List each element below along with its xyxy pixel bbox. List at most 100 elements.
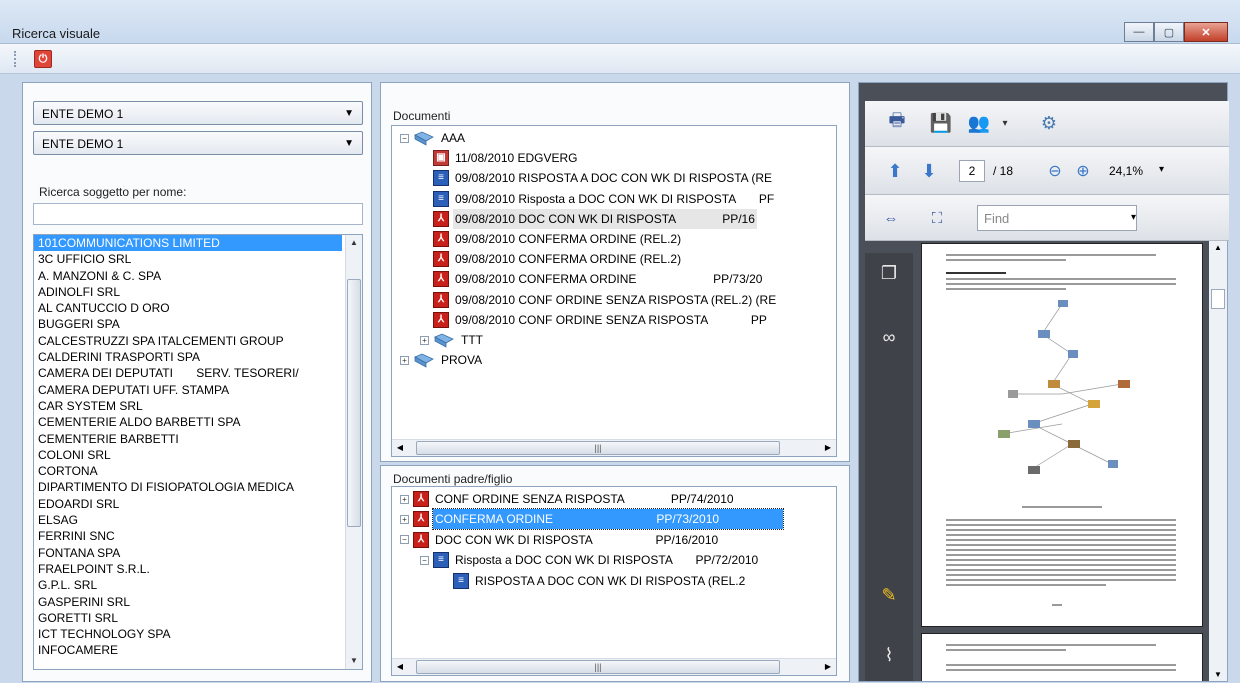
scroll-down-icon[interactable]: ▼	[346, 653, 362, 669]
tree-node[interactable]: ⅄ 09/08/2010 CONF ORDINE SENZA RISPOSTA (…	[420, 290, 778, 310]
subject-list-item[interactable]: ICT TECHNOLOGY SPA	[34, 626, 362, 642]
tree-node[interactable]: ⅄ 09/08/2010 CONF ORDINE SENZA RISPOSTA P…	[420, 310, 769, 330]
documents-tree[interactable]: − AAA ▣ 11/08/2010 EDGVERG ≡ 09/08/2010 RISPO…	[391, 125, 837, 457]
settings-icon[interactable]: ⚙	[1035, 109, 1063, 137]
tree-node[interactable]: − AAA	[400, 128, 467, 148]
attachment-icon[interactable]: ⌇	[877, 643, 901, 667]
subject-search-input[interactable]	[33, 203, 363, 225]
maximize-button[interactable]: ▢	[1154, 22, 1184, 42]
scroll-thumb[interactable]	[347, 279, 361, 527]
subject-list-item[interactable]: CEMENTERIE BARBETTI	[34, 431, 362, 447]
subject-list-item[interactable]: COLONI SRL	[34, 447, 362, 463]
tree-node[interactable]: + TTT	[420, 330, 485, 350]
horizontal-scrollbar[interactable]: ◀ ||| ▶	[392, 439, 836, 456]
scroll-right-icon[interactable]: ▶	[820, 440, 836, 456]
expand-icon[interactable]: +	[400, 514, 409, 524]
subject-list-item[interactable]: CEMENTERIE ALDO BARBETTI SPA	[34, 414, 362, 430]
subject-list-item[interactable]: ELSAG	[34, 512, 362, 528]
tree-node[interactable]: − ⅄ DOC CON WK DI RISPOSTA PP/16/2010	[400, 530, 720, 550]
tree-node[interactable]: ≡ 09/08/2010 RISPOSTA A DOC CON WK DI RIS…	[420, 168, 774, 188]
minimize-button[interactable]: —	[1124, 22, 1154, 42]
collapse-icon[interactable]: −	[400, 535, 409, 545]
ente-select-2-value: ENTE DEMO 1	[42, 137, 124, 151]
print-icon[interactable]: 🖶	[883, 109, 911, 137]
subject-list-item[interactable]: FONTANA SPA	[34, 545, 362, 561]
subject-list-item[interactable]: AL CANTUCCIO D ORO	[34, 300, 362, 316]
share-icon[interactable]: 👥	[965, 109, 993, 137]
subject-list[interactable]: 101COMMUNICATIONS LIMITED 3C UFFICIO SRL A…	[33, 234, 363, 670]
scroll-up-icon[interactable]: ▲	[1209, 243, 1227, 252]
subject-list-item[interactable]: FERRINI SNC	[34, 528, 362, 544]
tree-node[interactable]: ≡ 09/08/2010 Risposta a DOC CON WK DI RIS…	[420, 189, 776, 209]
fit-page-icon[interactable]: ⛶	[923, 204, 951, 232]
tree-node[interactable]: ▣ 11/08/2010 EDGVERG	[420, 148, 580, 168]
tree-node-label: 09/08/2010 CONF ORDINE SENZA RISPOSTA PP	[455, 312, 767, 327]
subject-list-item[interactable]: GORETTI SRL	[34, 610, 362, 626]
tree-node[interactable]: ⅄ 09/08/2010 DOC CON WK DI RISPOSTA PP/16	[420, 208, 757, 229]
subject-list-item[interactable]: ADINOLFI SRL	[34, 284, 362, 300]
subject-list-item[interactable]: 3C UFFICIO SRL	[34, 251, 362, 267]
scroll-thumb[interactable]: |||	[416, 441, 780, 455]
tree-node[interactable]: − ≡ Risposta a DOC CON WK DI RISPOSTA PP/7…	[420, 550, 760, 570]
scroll-left-icon[interactable]: ◀	[392, 659, 408, 675]
binoculars-icon[interactable]: ∞	[877, 325, 901, 349]
save-icon[interactable]: 💾	[927, 109, 955, 137]
zoom-level[interactable]: 24,1%	[1109, 164, 1143, 178]
zoom-in-icon[interactable]: ⊕	[1069, 157, 1097, 185]
subject-list-item[interactable]: CAMERA DEI DEPUTATI SERV. TESORERI/	[34, 365, 362, 381]
expand-icon[interactable]: +	[420, 335, 429, 345]
ente-select-2[interactable]: ENTE DEMO 1 ▼	[33, 131, 363, 155]
scroll-right-icon[interactable]: ▶	[820, 659, 836, 675]
parent-child-tree[interactable]: + ⅄ CONF ORDINE SENZA RISPOSTA PP/74/2010 +…	[391, 486, 837, 676]
subject-list-item[interactable]: A. MANZONI & C. SPA	[34, 268, 362, 284]
tree-node[interactable]: + ⅄ CONFERMA ORDINE PP/73/2010	[400, 508, 784, 531]
tree-node[interactable]: ≡ RISPOSTA A DOC CON WK DI RISPOSTA (REL.…	[440, 571, 747, 591]
tree-node[interactable]: ⅄ 09/08/2010 CONFERMA ORDINE (REL.2)	[420, 229, 683, 249]
subject-list-item[interactable]: DIPARTIMENTO DI FISIOPATOLOGIA MEDICA	[34, 479, 362, 495]
comments-icon[interactable]: ✎	[877, 583, 901, 607]
toolbar-grip-icon[interactable]	[14, 51, 17, 67]
subject-list-item[interactable]: EDOARDI SRL	[34, 496, 362, 512]
power-icon[interactable]: ⏻	[34, 50, 52, 68]
page-number-input[interactable]: 2	[959, 160, 985, 182]
expand-icon[interactable]: +	[400, 355, 409, 365]
tree-node[interactable]: + ⅄ CONF ORDINE SENZA RISPOSTA PP/74/2010	[400, 489, 736, 509]
pdf-page-area[interactable]	[915, 241, 1209, 681]
tree-node[interactable]: ⅄ 09/08/2010 CONFERMA ORDINE PP/73/20	[420, 269, 764, 289]
ente-select-1[interactable]: ENTE DEMO 1 ▼	[33, 101, 363, 125]
scroll-up-icon[interactable]: ▲	[346, 235, 362, 251]
subject-list-item[interactable]: CALDERINI TRASPORTI SPA	[34, 349, 362, 365]
collapse-icon[interactable]: −	[400, 133, 409, 143]
subject-list-item[interactable]: CALCESTRUZZI SPA ITALCEMENTI GROUP	[34, 333, 362, 349]
subject-list-item[interactable]: FRAELPOINT S.R.L.	[34, 561, 362, 577]
pdf-vertical-scrollbar[interactable]: ▲ ▼	[1209, 241, 1227, 681]
zoom-out-icon[interactable]: ⊖	[1041, 157, 1069, 185]
scroll-down-icon[interactable]: ▼	[1209, 670, 1227, 679]
fit-width-icon[interactable]: ⇔	[877, 204, 905, 232]
chevron-down-icon[interactable]: ▾	[991, 109, 1019, 137]
pages-icon[interactable]: ❐	[877, 261, 901, 285]
find-input[interactable]: Find	[977, 205, 1137, 231]
subject-list-item[interactable]: G.P.L. SRL	[34, 577, 362, 593]
subject-list-item[interactable]: GASPERINI SRL	[34, 594, 362, 610]
subject-list-item[interactable]: BUGGERI SPA	[34, 316, 362, 332]
subject-list-item[interactable]: CORTONA	[34, 463, 362, 479]
expand-icon[interactable]: +	[400, 494, 409, 504]
horizontal-scrollbar[interactable]: ◀ ||| ▶	[392, 658, 836, 675]
arrow-down-icon[interactable]: ⬇	[915, 157, 943, 185]
vertical-scrollbar[interactable]: ▲ ▼	[345, 235, 362, 669]
arrow-up-icon[interactable]: ⬆	[881, 157, 909, 185]
subject-list-item[interactable]: CAMERA DEPUTATI UFF. STAMPA	[34, 382, 362, 398]
subject-list-item[interactable]: INFOCAMERE	[34, 642, 362, 658]
subject-list-item[interactable]: CAR SYSTEM SRL	[34, 398, 362, 414]
chevron-down-icon[interactable]: ▾	[1131, 212, 1136, 223]
tree-node[interactable]: ⅄ 09/08/2010 CONFERMA ORDINE (REL.2)	[420, 249, 683, 269]
collapse-icon[interactable]: −	[420, 555, 429, 565]
scroll-thumb[interactable]	[1211, 289, 1225, 309]
close-button[interactable]: ✕	[1184, 22, 1228, 42]
scroll-thumb[interactable]: |||	[416, 660, 780, 674]
tree-node[interactable]: + PROVA	[400, 350, 484, 370]
chevron-down-icon[interactable]: ▾	[1159, 164, 1164, 175]
subject-list-item[interactable]: 101COMMUNICATIONS LIMITED	[34, 235, 342, 252]
scroll-left-icon[interactable]: ◀	[392, 440, 408, 456]
